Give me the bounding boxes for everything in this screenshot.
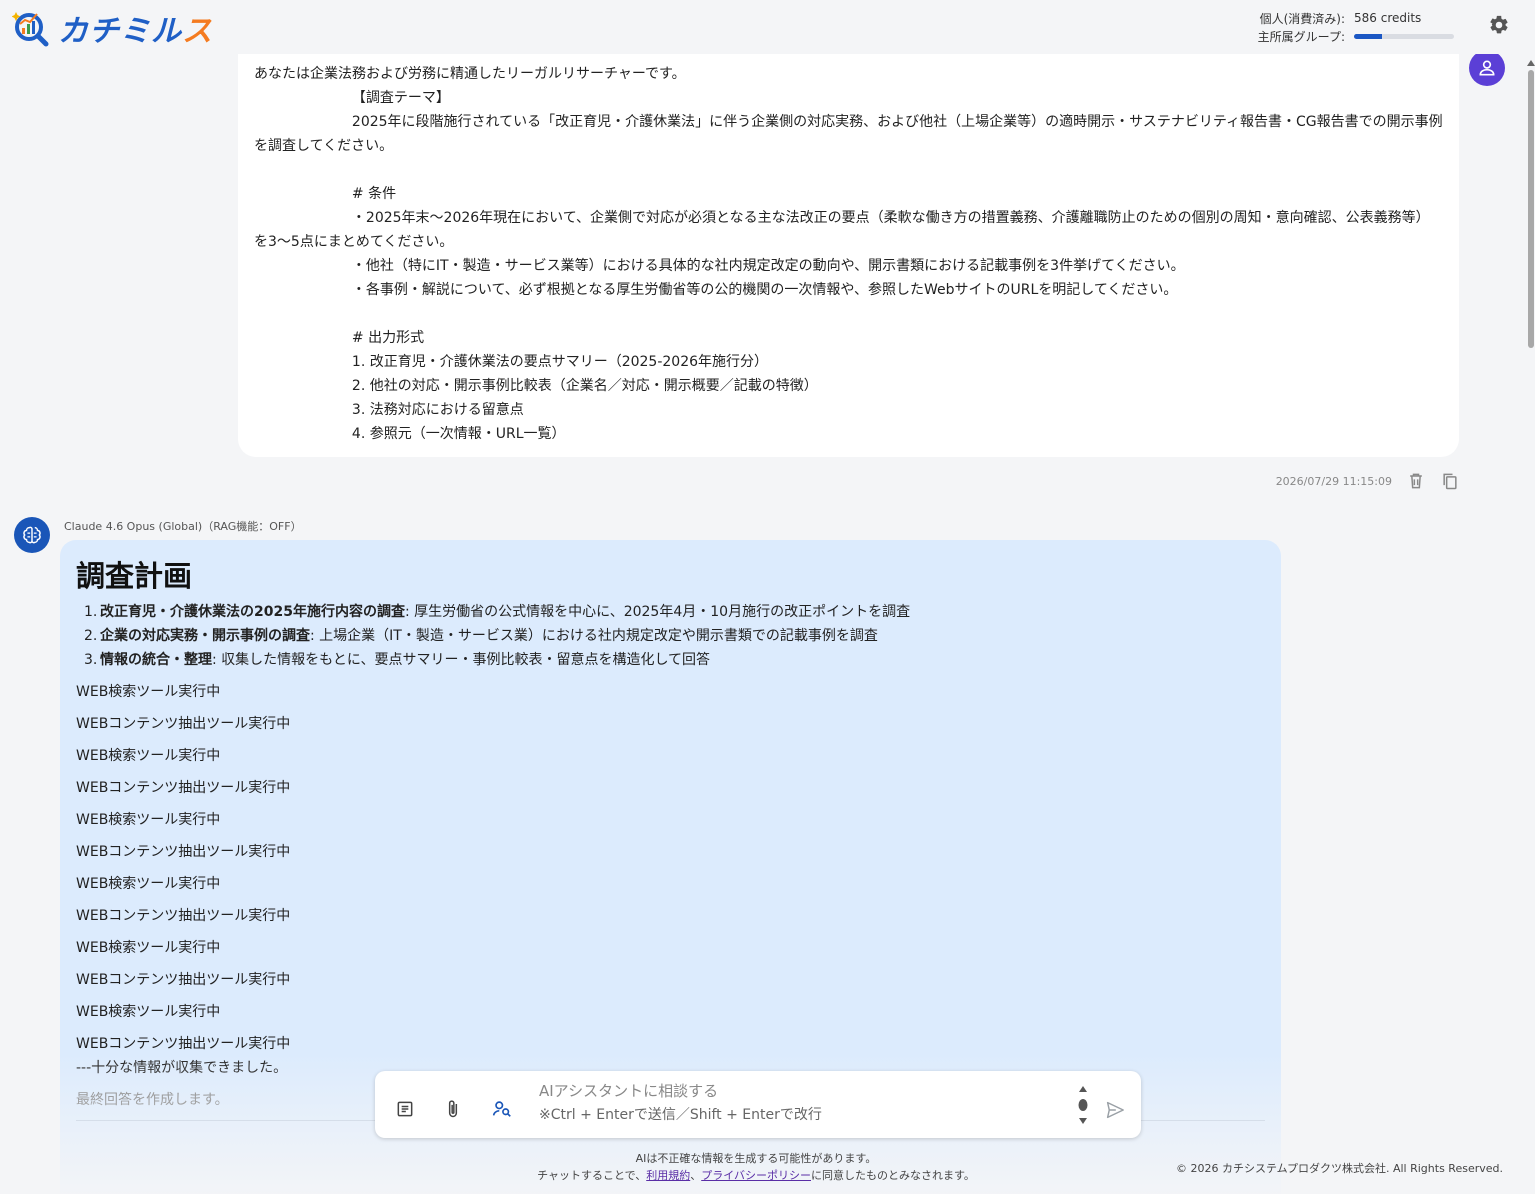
scroll-up-arrow-icon[interactable]	[1527, 60, 1535, 66]
brain-icon	[14, 517, 50, 553]
tool-status-line: WEB検索ツール実行中	[76, 876, 221, 892]
input-placeholder: AIアシスタントに相談する	[539, 1082, 719, 1100]
paperclip-icon[interactable]	[443, 1098, 463, 1120]
chat-composer: AIアシスタントに相談する ※Ctrl + Enterで送信／Shift + E…	[375, 1071, 1141, 1138]
model-label: Claude 4.6 Opus (Global)（RAG機能：OFF）	[64, 520, 302, 533]
logo-text: カチミルス	[58, 14, 213, 49]
tool-status-line: WEB検索ツール実行中	[76, 812, 221, 828]
logo[interactable]: カチミルス	[11, 6, 213, 50]
tool-status-list: WEB検索ツール実行中 WEBコンテンツ抽出ツール実行中 WEB検索ツール実行中…	[76, 682, 1265, 1054]
copy-icon[interactable]	[1440, 471, 1460, 491]
tool-status-line: WEBコンテンツ抽出ツール実行中	[76, 780, 291, 796]
tool-status-line: WEB検索ツール実行中	[76, 684, 221, 700]
copyright: © 2026 カチシステムプロダクツ株式会社. All Rights Reser…	[1175, 1162, 1503, 1175]
send-icon[interactable]	[1105, 1101, 1125, 1119]
privacy-link[interactable]: プライバシーポリシー	[701, 1169, 811, 1182]
person-search-icon[interactable]	[491, 1098, 511, 1120]
message-timestamp: 2026/07/29 11:15:09	[1275, 474, 1392, 488]
trash-icon[interactable]	[1406, 471, 1426, 491]
resize-stepper[interactable]	[1077, 1084, 1089, 1126]
plan-list: 1. 改正育児・介護休業法の2025年施行内容の調査: 厚生労働省の公式情報を中心…	[84, 600, 1265, 672]
plan-item: 3. 情報の統合・整理: 収集した情報をもとに、要点サマリー・事例比較表・留意点を…	[84, 652, 711, 668]
tool-status-line: WEB検索ツール実行中	[76, 940, 221, 956]
tool-status-line: WEBコンテンツ抽出ツール実行中	[76, 972, 291, 988]
header: カチミルス 個人(消費済み): 586 credits 主所属グループ:	[0, 0, 1535, 54]
message-input[interactable]: AIアシスタントに相談する ※Ctrl + Enterで送信／Shift + E…	[539, 1079, 822, 1127]
terms-link[interactable]: 利用規約	[646, 1169, 690, 1182]
tool-status-line: WEBコンテンツ抽出ツール実行中	[76, 844, 291, 860]
document-icon[interactable]	[395, 1098, 415, 1120]
tool-status-line: WEBコンテンツ抽出ツール実行中	[76, 908, 291, 924]
credits-panel: 個人(消費済み): 586 credits 主所属グループ:	[1250, 9, 1454, 45]
plan-item: 2. 企業の対応実務・開示事例の調査: 上場企業（IT・製造・サービス業）における…	[84, 628, 878, 644]
chat-app: カチミルス 個人(消費済み): 586 credits 主所属グループ: あなた…	[0, 0, 1535, 1194]
tool-status-line: WEB検索ツール実行中	[76, 748, 221, 764]
tool-status-line: WEBコンテンツ抽出ツール実行中	[76, 716, 291, 732]
gear-icon[interactable]	[1488, 14, 1510, 36]
scroll-thumb[interactable]	[1528, 70, 1534, 348]
plan-heading: 調査計画	[76, 559, 193, 593]
user-message-meta: 2026/07/29 11:15:09	[1200, 470, 1460, 492]
magnifier-chart-icon	[11, 8, 52, 48]
group-credits-label: 主所属グループ:	[1257, 29, 1345, 44]
plan-item: 1. 改正育児・介護休業法の2025年施行内容の調査: 厚生労働省の公式情報を中心…	[84, 604, 911, 620]
user-icon	[1469, 50, 1505, 86]
input-hint: ※Ctrl + Enterで送信／Shift + Enterで改行	[539, 1107, 822, 1123]
page-scrollbar[interactable]	[1526, 56, 1535, 1194]
user-message-bubble: あなたは企業法務および労務に精通したリーガルリサーチャーです。 【調査テーマ】 …	[238, 52, 1459, 457]
tool-status-line: WEB検索ツール実行中	[76, 1004, 221, 1020]
group-usage-bar	[1354, 33, 1454, 39]
personal-credits-value: 586 credits	[1354, 11, 1422, 25]
personal-credits-label: 個人(消費済み):	[1259, 11, 1345, 26]
tool-status-line: WEBコンテンツ抽出ツール実行中	[76, 1036, 291, 1052]
group-usage-bar-fill	[1354, 33, 1382, 39]
